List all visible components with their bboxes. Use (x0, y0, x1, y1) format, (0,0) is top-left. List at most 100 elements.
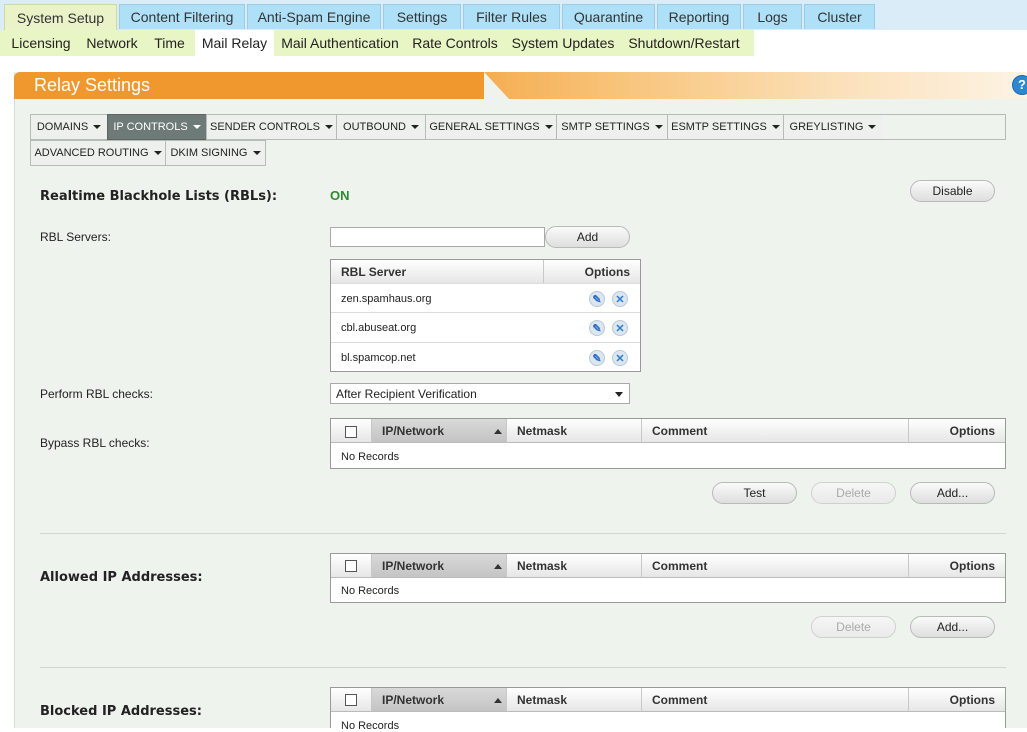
caret-down-icon (252, 151, 261, 155)
col-ip-label: IP/Network (382, 558, 445, 573)
caret-down-icon (410, 125, 419, 129)
caret-down-icon (192, 125, 201, 129)
col-ip-network[interactable]: IP/Network (372, 554, 507, 578)
menu-esmtp-settings-label: ESMTP SETTINGS (671, 121, 767, 133)
rbl-servers-table: RBL Server Options zen.spamhaus.org ✎ ✕ … (330, 259, 641, 372)
col-ip-label: IP/Network (382, 692, 445, 707)
subtab-network[interactable]: Network (80, 30, 144, 56)
allowed-ip-label: Allowed IP Addresses: (40, 570, 203, 585)
menu-spacer (882, 114, 1006, 140)
col-netmask[interactable]: Netmask (507, 688, 642, 712)
delete-icon[interactable]: ✕ (612, 320, 628, 336)
tab-anti-spam-engine[interactable]: Anti-Spam Engine (247, 4, 381, 29)
menu-advanced-routing[interactable]: ADVANCED ROUTING (30, 140, 166, 166)
tab-logs[interactable]: Logs (743, 4, 802, 29)
col-ip-network[interactable]: IP/Network (372, 419, 507, 443)
rbl-servers-label: RBL Servers: (40, 230, 111, 244)
delete-button[interactable]: Delete (811, 482, 896, 504)
col-ip-network[interactable]: IP/Network (372, 688, 507, 712)
help-icon[interactable]: ? (1012, 75, 1027, 95)
tab-quarantine[interactable]: Quarantine (562, 4, 655, 29)
menu-outbound[interactable]: OUTBOUND (336, 114, 426, 140)
col-ip-label: IP/Network (382, 423, 445, 438)
header-gradient (484, 72, 1027, 99)
tab-settings[interactable]: Settings (383, 4, 461, 29)
no-records: No Records (341, 585, 400, 597)
col-comment[interactable]: Comment (642, 554, 909, 578)
table-row: cbl.abuseat.org ✎ ✕ (331, 312, 640, 342)
select-all-checkbox[interactable] (345, 560, 357, 572)
subtab-mail-relay[interactable]: Mail Relay (195, 30, 274, 56)
test-button[interactable]: Test (712, 482, 797, 504)
bypass-table: IP/Network Netmask Comment Options No Re… (330, 418, 1006, 469)
menu-general-settings[interactable]: GENERAL SETTINGS (425, 114, 557, 140)
col-select (331, 419, 372, 443)
subtab-shutdown-restart[interactable]: Shutdown/Restart (622, 30, 746, 56)
menu-domains-label: DOMAINS (36, 121, 89, 133)
tab-system-setup[interactable]: System Setup (4, 4, 117, 30)
caret-down-icon (93, 125, 102, 129)
menu-domains[interactable]: DOMAINS (30, 114, 108, 140)
col-comment[interactable]: Comment (642, 419, 909, 443)
select-all-checkbox[interactable] (345, 694, 357, 706)
no-records: No Records (341, 451, 400, 463)
rbl-label: Realtime Blackhole Lists (RBLs): (40, 189, 278, 204)
caret-down-icon (654, 125, 663, 129)
rbl-server-input[interactable] (330, 227, 545, 247)
select-all-checkbox[interactable] (345, 426, 357, 438)
delete-icon[interactable]: ✕ (612, 350, 628, 366)
edit-icon[interactable]: ✎ (589, 291, 605, 307)
no-records: No Records (341, 720, 400, 732)
perform-rbl-select[interactable]: After Recipient Verification (330, 383, 630, 404)
panel-title: Relay Settings (34, 75, 151, 95)
col-options: Options (909, 688, 1005, 712)
rbl-add-button[interactable]: Add (545, 226, 630, 248)
menu-dkim-signing-label: DKIM SIGNING (170, 147, 248, 159)
menu-sender-controls-label: SENDER CONTROLS (209, 121, 321, 133)
tab-cluster[interactable]: Cluster (804, 4, 875, 29)
col-options: Options (909, 419, 1005, 443)
subtab-rate-controls[interactable]: Rate Controls (406, 30, 504, 56)
caret-down-icon (771, 125, 780, 129)
caret-down-icon (325, 125, 334, 129)
caret-down-icon (868, 125, 877, 129)
menu-sender-controls[interactable]: SENDER CONTROLS (206, 114, 337, 140)
sort-asc-icon (494, 429, 502, 434)
divider (40, 667, 1006, 668)
subtab-licensing[interactable]: Licensing (4, 30, 78, 56)
tab-filter-rules[interactable]: Filter Rules (463, 4, 560, 29)
menu-ip-controls[interactable]: IP CONTROLS (107, 114, 207, 140)
add-button[interactable]: Add... (910, 616, 995, 638)
chevron-down-icon (615, 392, 623, 397)
col-comment[interactable]: Comment (642, 688, 909, 712)
bypass-rbl-label: Bypass RBL checks: (40, 436, 150, 450)
subtab-mail-authentication[interactable]: Mail Authentication (276, 30, 404, 56)
menu-ip-controls-label: IP CONTROLS (113, 121, 188, 133)
edit-icon[interactable]: ✎ (589, 320, 605, 336)
caret-down-icon (544, 125, 553, 129)
rbl-server-name: bl.spamcop.net (341, 352, 416, 364)
subtab-time[interactable]: Time (146, 30, 193, 56)
menu-dkim-signing[interactable]: DKIM SIGNING (165, 140, 266, 166)
menu-smtp-settings[interactable]: SMTP SETTINGS (556, 114, 668, 140)
tab-content-filtering[interactable]: Content Filtering (119, 4, 245, 29)
col-rbl-server[interactable]: RBL Server (331, 260, 544, 284)
col-select (331, 688, 372, 712)
col-netmask[interactable]: Netmask (507, 554, 642, 578)
panel-header: Relay Settings ? (14, 72, 1027, 99)
table-row: zen.spamhaus.org ✎ ✕ (331, 283, 640, 313)
delete-icon[interactable]: ✕ (612, 291, 628, 307)
table-row: bl.spamcop.net ✎ ✕ (331, 342, 640, 372)
col-netmask[interactable]: Netmask (507, 419, 642, 443)
perform-rbl-value: After Recipient Verification (336, 387, 477, 401)
menu-esmtp-settings[interactable]: ESMTP SETTINGS (667, 114, 784, 140)
rbl-status: ON (330, 188, 350, 203)
tab-reporting[interactable]: Reporting (657, 4, 741, 29)
disable-button[interactable]: Disable (910, 180, 995, 202)
edit-icon[interactable]: ✎ (589, 350, 605, 366)
add-button[interactable]: Add... (910, 482, 995, 504)
menu-greylisting[interactable]: GREYLISTING (783, 114, 883, 140)
col-select (331, 554, 372, 578)
subtab-system-updates[interactable]: System Updates (506, 30, 620, 56)
delete-button[interactable]: Delete (811, 616, 896, 638)
